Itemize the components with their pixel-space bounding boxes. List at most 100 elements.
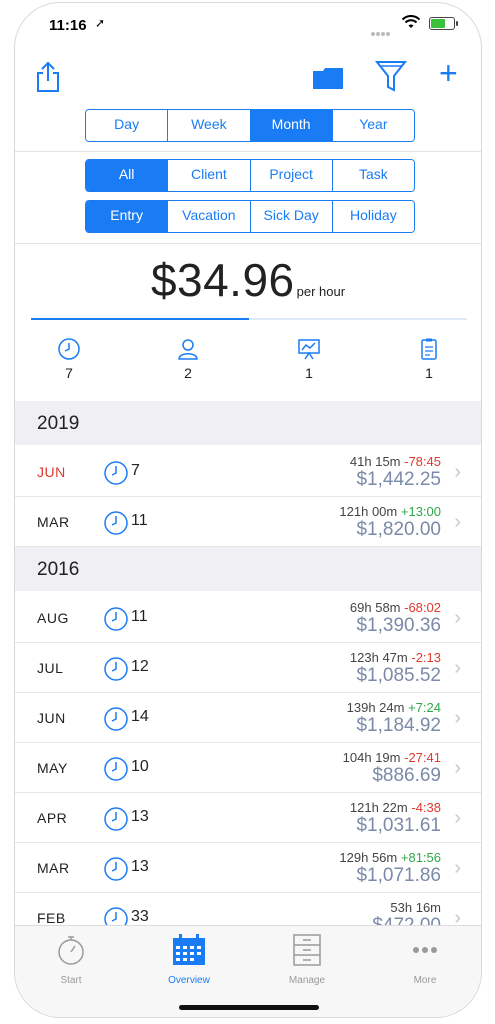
row-overtime-delta: +7:24	[408, 700, 441, 715]
status-bar: 11:16 ➚	[15, 3, 481, 47]
battery-icon	[429, 17, 458, 30]
clock-icon	[103, 856, 129, 887]
row-duration: 129h 56m +81:56	[339, 850, 441, 865]
scope-task[interactable]: Task	[331, 160, 414, 191]
row-month: AUG	[37, 610, 69, 626]
add-button[interactable]: +	[439, 53, 458, 93]
signal-icon	[371, 23, 393, 36]
row-overtime-delta: -68:02	[404, 600, 441, 615]
location-icon: ➚	[95, 16, 106, 30]
divider	[15, 243, 481, 244]
type-entry[interactable]: Entry	[86, 201, 168, 232]
row-duration-value: 53h 16m	[390, 900, 441, 915]
chevron-right-icon: ›	[454, 707, 461, 729]
table-row[interactable]: APR 13 121h 22m -4:38 $1,031.61 ›	[15, 793, 481, 843]
stat-entries-value: 7	[65, 365, 73, 381]
row-entry-count: 7	[131, 462, 140, 479]
type-vacation[interactable]: Vacation	[167, 201, 250, 232]
tab-more-label: More	[413, 975, 437, 986]
row-duration: 139h 24m +7:24	[347, 700, 441, 715]
row-duration-value: 121h 00m	[339, 504, 398, 519]
type-holiday[interactable]: Holiday	[331, 201, 414, 232]
table-row[interactable]: JUN 7 41h 15m -78:45 $1,442.25 ›	[15, 447, 481, 497]
row-entry-count: 14	[131, 708, 149, 725]
table-row[interactable]: JUN 14 139h 24m +7:24 $1,184.92 ›	[15, 693, 481, 743]
task-icon	[421, 338, 437, 360]
clock-icon	[103, 706, 129, 737]
type-segmented-control: Entry Vacation Sick Day Holiday	[85, 200, 415, 233]
row-amount: $1,085.52	[356, 665, 441, 686]
clock-icon	[58, 338, 80, 360]
row-duration-value: 104h 19m	[342, 750, 401, 765]
row-month: MAR	[37, 860, 70, 876]
chevron-right-icon: ›	[454, 607, 461, 629]
row-overtime-delta: +81:56	[400, 850, 441, 865]
scope-all[interactable]: All	[86, 160, 168, 191]
divider	[15, 151, 481, 152]
type-sick-day[interactable]: Sick Day	[249, 201, 332, 232]
project-icon	[298, 339, 320, 360]
row-month: FEB	[37, 910, 66, 926]
row-duration-value: 69h 58m	[349, 600, 401, 615]
tab-start[interactable]: Start	[31, 934, 111, 986]
more-icon	[413, 947, 437, 953]
tab-overview[interactable]: Overview	[149, 934, 229, 986]
clock-icon	[103, 756, 129, 787]
stat-clients[interactable]: 2	[158, 337, 218, 381]
share-icon[interactable]	[35, 61, 61, 93]
row-duration-value: 123h 47m	[349, 650, 408, 665]
row-month: MAR	[37, 514, 70, 530]
table-row[interactable]: MAY 10 104h 19m -27:41 $886.69 ›	[15, 743, 481, 793]
stopwatch-icon	[58, 936, 84, 965]
scope-client[interactable]: Client	[167, 160, 250, 191]
tab-start-label: Start	[60, 975, 82, 986]
rate-progress-fill	[31, 318, 249, 320]
row-duration: 121h 22m -4:38	[350, 800, 441, 815]
table-row[interactable]: JUL 12 123h 47m -2:13 $1,085.52 ›	[15, 643, 481, 693]
tab-more[interactable]: More	[385, 934, 465, 986]
row-entry-count: 13	[131, 858, 149, 875]
folder-icon[interactable]	[311, 65, 345, 91]
row-entry-count: 33	[131, 908, 149, 925]
row-entry-count: 11	[131, 512, 148, 529]
row-duration-value: 139h 24m	[346, 700, 405, 715]
scope-project[interactable]: Project	[249, 160, 332, 191]
chevron-right-icon: ›	[454, 461, 461, 483]
clock-icon	[103, 460, 129, 491]
period-year[interactable]: Year	[331, 110, 414, 141]
tab-manage[interactable]: Manage	[267, 934, 347, 986]
stat-projects[interactable]: 1	[279, 337, 339, 381]
period-segmented-control: Day Week Month Year	[85, 109, 415, 142]
section-header: 2016	[15, 547, 481, 591]
row-entry-count: 10	[131, 758, 149, 775]
rate-unit: per hour	[296, 284, 346, 299]
home-indicator[interactable]	[179, 1005, 319, 1010]
tab-manage-label: Manage	[288, 975, 326, 986]
section-year: 2019	[37, 413, 80, 434]
row-amount: $1,442.25	[356, 469, 441, 490]
clock-icon	[103, 510, 129, 541]
period-day[interactable]: Day	[86, 110, 168, 141]
period-week[interactable]: Week	[167, 110, 250, 141]
row-duration: 53h 16m	[390, 900, 441, 915]
table-row[interactable]: MAR 11 121h 00m +13:00 $1,820.00 ›	[15, 497, 481, 547]
rate-amount: $34.96	[150, 254, 295, 306]
cabinet-icon	[293, 934, 321, 966]
period-month[interactable]: Month	[249, 110, 332, 141]
stat-tasks-value: 1	[425, 365, 433, 381]
phone-screen: 11:16 ➚ + Day Week Month Year All Client…	[14, 2, 482, 1018]
tab-overview-label: Overview	[168, 975, 210, 986]
stat-tasks[interactable]: 1	[399, 337, 459, 381]
table-row[interactable]: AUG 11 69h 58m -68:02 $1,390.36 ›	[15, 593, 481, 643]
row-month: JUL	[37, 660, 64, 676]
table-row[interactable]: MAR 13 129h 56m +81:56 $1,071.86 ›	[15, 843, 481, 893]
client-icon	[178, 339, 198, 360]
stat-entries[interactable]: 7	[39, 337, 99, 381]
stat-projects-value: 1	[305, 365, 313, 381]
row-month: APR	[37, 810, 68, 826]
scope-segmented-control: All Client Project Task	[85, 159, 415, 192]
section-header: 2019	[15, 401, 481, 445]
chevron-right-icon: ›	[454, 857, 461, 879]
filter-icon[interactable]	[375, 59, 407, 93]
row-overtime-delta: -78:45	[404, 454, 441, 469]
